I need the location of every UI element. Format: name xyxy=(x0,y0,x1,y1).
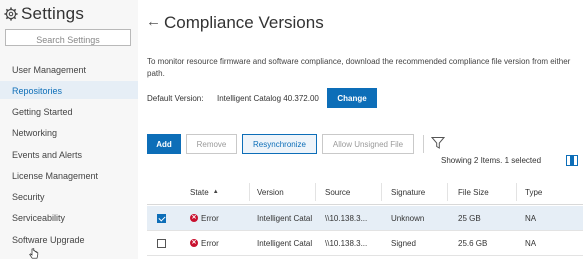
source-cell: \\10.138.3... xyxy=(325,238,368,248)
settings-title: Settings xyxy=(21,4,85,23)
error-icon: ✕ xyxy=(190,239,198,247)
settings-header: Settings xyxy=(4,4,84,24)
sidebar-item-getting-started[interactable]: Getting Started xyxy=(12,107,73,117)
column-separator xyxy=(315,183,316,201)
filter-icon[interactable] xyxy=(431,136,445,150)
sidebar-item-repositories[interactable]: Repositories xyxy=(12,86,62,96)
add-button[interactable]: Add xyxy=(147,134,181,154)
table-row[interactable]: ✕ Error Intelligent Catal \\10.138.3... … xyxy=(147,231,583,256)
header-state-label: State xyxy=(190,187,209,197)
column-header-version[interactable]: Version xyxy=(257,180,284,204)
page-description: To monitor resource firmware and softwar… xyxy=(147,57,571,78)
table-header: State ▲ Version Source Signature File Si… xyxy=(147,180,583,205)
column-separator xyxy=(447,183,448,201)
state-cell: ✕ Error xyxy=(190,206,219,230)
column-separator xyxy=(249,183,250,201)
file-size-cell: 25.6 GB xyxy=(458,238,488,248)
sidebar-item-serviceability[interactable]: Serviceability xyxy=(12,213,65,223)
default-version-value: Intelligent Catalog 40.372.00 xyxy=(217,94,319,103)
state-value: Error xyxy=(201,213,219,223)
column-chooser-icon[interactable] xyxy=(566,155,578,166)
allow-unsigned-file-button[interactable]: Allow Unsigned File xyxy=(322,134,414,154)
main-content: ← Compliance Versions To monitor resourc… xyxy=(138,0,583,259)
type-cell: NA xyxy=(525,238,537,248)
resynchronize-button[interactable]: Resynchronize xyxy=(242,134,317,154)
signature-cell: Unknown xyxy=(391,213,425,223)
state-cell: ✕ Error xyxy=(190,231,219,255)
version-cell: Intelligent Catal xyxy=(257,213,313,223)
sidebar-item-events-and-alerts[interactable]: Events and Alerts xyxy=(12,150,82,160)
column-separator xyxy=(516,183,517,201)
state-value: Error xyxy=(201,238,219,248)
column-header-signature[interactable]: Signature xyxy=(391,180,425,204)
page-title: Compliance Versions xyxy=(164,13,324,32)
toolbar-divider xyxy=(423,135,424,153)
column-separator xyxy=(381,183,382,201)
sidebar-item-networking[interactable]: Networking xyxy=(12,128,57,138)
column-header-type[interactable]: Type xyxy=(525,180,542,204)
column-header-file-size[interactable]: File Size xyxy=(458,180,489,204)
selection-status: Showing 2 Items. 1 selected xyxy=(441,156,542,165)
back-arrow-icon[interactable]: ← xyxy=(146,13,161,30)
row-checkbox[interactable] xyxy=(157,238,166,248)
column-header-state[interactable]: State ▲ xyxy=(190,180,219,204)
search-settings-input[interactable] xyxy=(6,32,130,48)
source-cell: \\10.138.3... xyxy=(325,213,368,223)
sidebar-item-license-management[interactable]: License Management xyxy=(12,171,98,181)
remove-button[interactable]: Remove xyxy=(186,134,237,154)
sidebar-item-software-upgrade[interactable]: Software Upgrade xyxy=(12,235,85,245)
signature-cell: Signed xyxy=(391,238,416,248)
row-checkbox[interactable] xyxy=(157,213,166,223)
file-size-cell: 25 GB xyxy=(458,213,481,223)
default-version-label: Default Version: xyxy=(147,94,204,103)
hand-cursor-icon xyxy=(29,248,39,259)
table-row[interactable]: ✕ Error Intelligent Catal \\10.138.3... … xyxy=(147,206,583,231)
settings-sidebar: Settings User Management Repositories Ge… xyxy=(0,0,138,259)
change-button[interactable]: Change xyxy=(327,88,377,108)
sort-ascending-icon: ▲ xyxy=(212,189,219,195)
version-cell: Intelligent Catal xyxy=(257,238,313,248)
error-icon: ✕ xyxy=(190,214,198,222)
column-header-source[interactable]: Source xyxy=(325,180,350,204)
sidebar-item-security[interactable]: Security xyxy=(12,192,45,202)
search-settings-field[interactable] xyxy=(5,29,131,48)
type-cell: NA xyxy=(525,213,537,223)
gear-icon xyxy=(4,7,18,21)
sidebar-item-user-management[interactable]: User Management xyxy=(12,65,86,75)
